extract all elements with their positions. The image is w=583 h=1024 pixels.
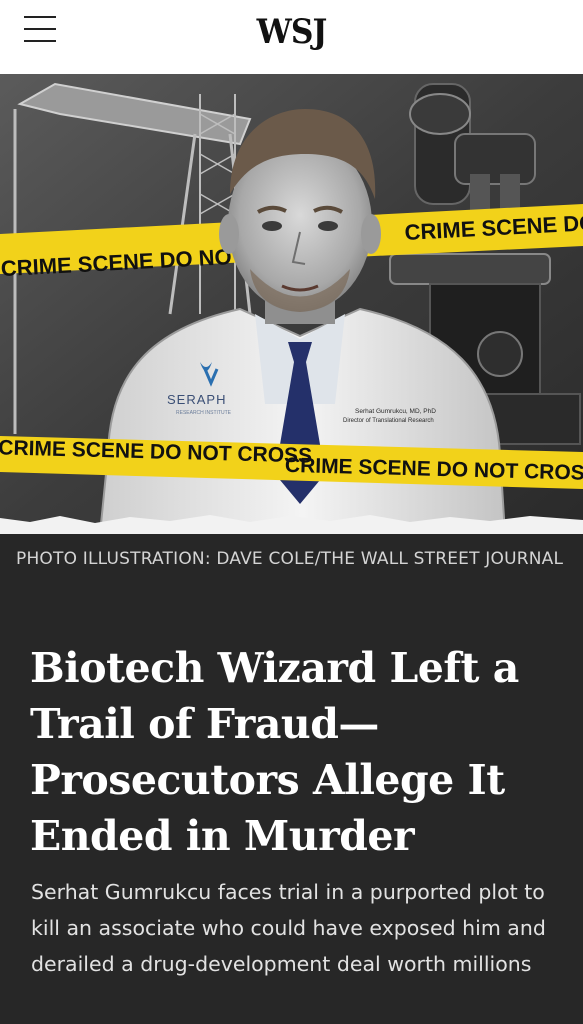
coat-name-embroidery: Serhat Gumrukcu, MD, PhD (355, 408, 436, 415)
photo-credit: PHOTO ILLUSTRATION: DAVE COLE/THE WALL S… (16, 549, 564, 569)
article-headline[interactable]: Biotech Wizard Left a Trail of Fraud—Pro… (30, 640, 560, 864)
coat-logo-subtext: RESEARCH INSTITUTE (176, 410, 232, 416)
article-dek: Serhat Gumrukcu faces trial in a purport… (31, 880, 546, 976)
hero-photo-illustration: CRIME SCENE DO NOT CROSS CRIME SCENE DO … (0, 74, 583, 534)
coat-title-embroidery: Director of Translational Research (343, 418, 434, 424)
wsj-logo[interactable]: WSJ (23, 12, 559, 52)
top-bar: WSJ (0, 0, 583, 75)
coat-logo-text: SERAPH (167, 392, 226, 407)
hero-illustration-svg: CRIME SCENE DO NOT CROSS CRIME SCENE DO … (0, 74, 583, 534)
